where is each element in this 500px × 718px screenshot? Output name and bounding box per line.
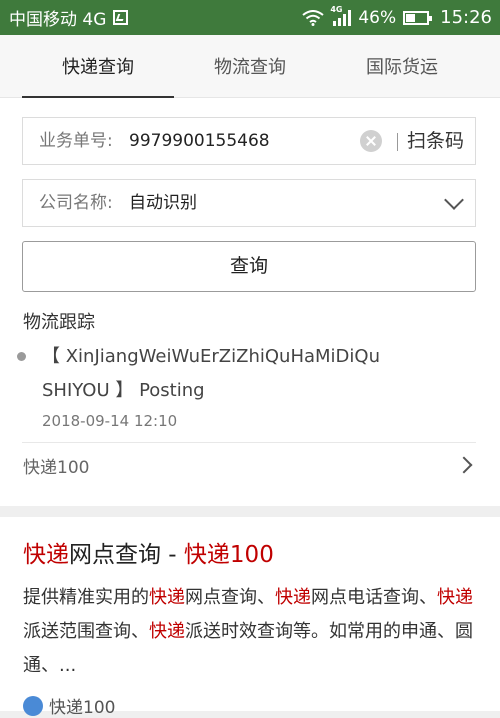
- desc-keyword: 快递: [149, 587, 185, 608]
- desc-text: 提供精准实用的: [23, 587, 149, 608]
- tracking-number-label: 业务单号:: [39, 131, 113, 151]
- tracking-number-input[interactable]: 9979900155468: [129, 118, 270, 164]
- carrier-label: 中国移动 4G: [9, 10, 107, 30]
- battery-percent: 46%: [358, 7, 397, 28]
- express-query-card: 快递查询 物流查询 国际货运 业务单号: 9979900155468 扫条码 公…: [0, 35, 500, 506]
- tab-bar: 快递查询 物流查询 国际货运: [0, 35, 500, 98]
- desc-text: 网点电话查询、: [311, 587, 437, 608]
- kuaidi100-link[interactable]: 快递100: [23, 453, 89, 478]
- tracking-entry-time: 2018-09-14 12:10: [42, 412, 178, 430]
- title-text: 网点查询 -: [69, 542, 184, 568]
- tracking-number-field[interactable]: 业务单号: 9979900155468 扫条码: [22, 117, 476, 165]
- result-source-label: 快递100: [49, 698, 116, 718]
- title-keyword: 快递: [183, 542, 230, 568]
- scan-barcode-button[interactable]: 扫条码: [407, 118, 464, 164]
- clock: 15:26: [440, 7, 492, 28]
- image-notification-icon: [113, 10, 129, 25]
- desc-keyword: 快递: [437, 587, 473, 608]
- signal-icon: 4G: [330, 5, 352, 26]
- title-text: 100: [229, 542, 274, 568]
- status-bar: 中国移动 4G 4G 46% 15:26: [0, 0, 500, 35]
- site-logo-icon: [23, 695, 43, 716]
- timeline-dot-icon: [17, 352, 26, 361]
- tracking-entry-text: 【 XinJiangWeiWuErZiZhiQuHaMiDiQu SHIYOU …: [42, 346, 380, 401]
- tab-international-freight[interactable]: 国际货运: [326, 35, 478, 97]
- result-description: 提供精准实用的快递网点查询、快递网点电话查询、快递派送范围查询、快递派送时效查询…: [23, 581, 483, 683]
- company-select[interactable]: 公司名称: 自动识别: [22, 179, 476, 227]
- desc-keyword: 快递: [149, 621, 185, 642]
- battery-icon: [403, 10, 433, 25]
- status-left: 中国移动 4G: [9, 5, 129, 30]
- search-result-card: 快递网点查询 - 快递100 提供精准实用的快递网点查询、快递网点电话查询、快递…: [0, 517, 500, 718]
- battery-level: [406, 13, 416, 22]
- chevron-right-icon[interactable]: [455, 456, 473, 474]
- divider: [397, 133, 398, 151]
- title-keyword: 快递: [23, 542, 69, 568]
- chevron-down-icon[interactable]: [444, 190, 464, 210]
- clear-icon[interactable]: [360, 130, 382, 152]
- tracking-section-title: 物流跟踪: [23, 312, 95, 333]
- tab-logistics-query[interactable]: 物流查询: [174, 35, 326, 97]
- status-right: 4G 46% 15:26: [302, 5, 492, 28]
- desc-text: 网点查询、: [185, 587, 275, 608]
- company-label: 公司名称:: [39, 193, 113, 213]
- result-title-link[interactable]: 快递网点查询 - 快递100: [23, 535, 274, 569]
- desc-keyword: 快递: [275, 587, 311, 608]
- tab-express-query[interactable]: 快递查询: [22, 35, 174, 98]
- divider: [22, 442, 476, 443]
- network-type-label: 4G: [330, 4, 343, 14]
- result-source[interactable]: 快递100: [23, 693, 115, 718]
- company-value[interactable]: 自动识别: [129, 180, 197, 226]
- wifi-icon: [302, 9, 324, 26]
- desc-text: 派送范围查询、: [23, 621, 149, 642]
- query-button[interactable]: 查询: [22, 241, 476, 292]
